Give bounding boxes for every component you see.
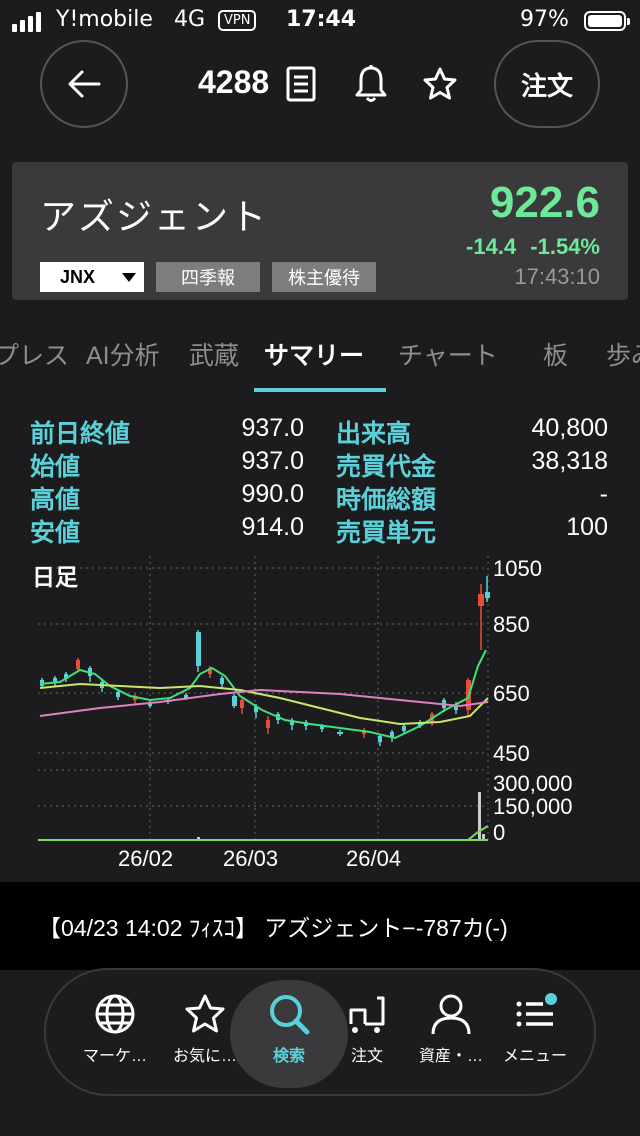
summary-label: 高値 xyxy=(30,486,81,514)
network-label: 4G xyxy=(174,7,206,32)
carrier-label: Y!mobile xyxy=(56,7,153,32)
date-axis-tick: 26/02 xyxy=(118,846,174,871)
tab-musashi[interactable]: 武蔵 xyxy=(189,336,239,372)
price-change: -14.4 -1.54% xyxy=(466,234,600,259)
volume-axis-tick: 150,000 xyxy=(493,794,573,819)
tabbar-favorites[interactable]: お気に… xyxy=(160,992,250,1066)
tab-bar: プレス AI分析 武蔵 サマリー チャート 板 歩み xyxy=(0,330,640,392)
arrow-left-icon xyxy=(68,70,101,98)
summary-value: 990.0 xyxy=(241,480,304,508)
summary-value: 38,318 xyxy=(531,447,608,475)
summary-label: 出来高 xyxy=(336,420,412,448)
caret-down-icon xyxy=(122,272,136,282)
bottom-tab-bar: マーケ… お気に… 検索 注文 資産・… メニュー xyxy=(44,968,596,1096)
signal-icon xyxy=(12,12,41,32)
menu-icon xyxy=(516,993,557,1027)
stock-name: アズジェント xyxy=(40,196,269,237)
tabbar-market[interactable]: マーケ… xyxy=(70,992,160,1066)
tab-ayumi[interactable]: 歩み xyxy=(606,336,640,372)
summary-value: 40,800 xyxy=(531,414,608,442)
date-axis-tick: 26/03 xyxy=(223,846,279,871)
tabbar-menu[interactable]: メニュー xyxy=(490,992,580,1066)
summary-label: 安値 xyxy=(30,519,81,547)
battery-icon xyxy=(584,11,630,31)
order-button[interactable]: 注文 xyxy=(494,40,600,128)
summary-label: 前日終値 xyxy=(30,420,131,448)
yutai-button[interactable]: 株主優待 xyxy=(272,262,376,292)
volume-axis-tick: 0 xyxy=(493,820,506,845)
vpn-badge: VPN xyxy=(218,10,257,31)
tabbar-order[interactable]: 注文 xyxy=(322,992,412,1066)
price-axis-tick: 850 xyxy=(493,612,530,637)
battery-percent: 97% xyxy=(520,7,569,32)
status-time: 17:44 xyxy=(286,7,357,32)
globe-icon xyxy=(95,994,135,1034)
summary-value: 914.0 xyxy=(241,513,304,541)
market-select[interactable]: JNX xyxy=(40,262,144,292)
news-ticker[interactable]: 【04/23 14:02 ﾌｨｽｺ】 アズジェント−-787カ(-) xyxy=(0,882,640,970)
tab-summary[interactable]: サマリー xyxy=(264,336,364,372)
tab-chart[interactable]: チャート xyxy=(398,336,498,372)
summary-label: 売買代金 xyxy=(336,453,437,481)
cart-icon xyxy=(349,996,385,1033)
summary-label: 時価総額 xyxy=(336,486,437,514)
top-nav: 4288 注文 xyxy=(0,40,640,130)
summary-value: 937.0 xyxy=(241,414,304,442)
shikiho-button[interactable]: 四季報 xyxy=(156,262,260,292)
tab-ai-analysis[interactable]: AI分析 xyxy=(86,336,160,372)
search-icon xyxy=(270,995,310,1035)
market-label: JNX xyxy=(60,266,96,287)
status-bar: Y!mobile 4G VPN 17:44 97% xyxy=(0,0,640,40)
tabbar-search[interactable]: 検索 xyxy=(244,992,334,1066)
quote-card: アズジェント 922.6 -14.4 -1.54% 17:43:10 JNX 四… xyxy=(12,162,628,300)
daily-chart[interactable]: 日足 1050 850 650 450 300,000 150,000 0 26… xyxy=(0,548,640,871)
tabbar-label: 注文 xyxy=(350,1048,383,1065)
date-axis-tick: 26/04 xyxy=(346,846,402,871)
price-axis-tick: 1050 xyxy=(493,556,542,581)
summary-value: 100 xyxy=(566,513,608,541)
tabbar-assets[interactable]: 資産・… xyxy=(406,992,496,1066)
summary-label: 始値 xyxy=(30,453,81,481)
summary-label: 売買単元 xyxy=(336,519,437,547)
star-icon xyxy=(185,994,225,1033)
star-icon[interactable] xyxy=(422,66,458,102)
quote-time: 17:43:10 xyxy=(514,264,600,289)
tabbar-label: お気に… xyxy=(172,1048,237,1065)
document-icon[interactable] xyxy=(286,66,316,102)
back-button[interactable] xyxy=(40,40,128,128)
summary-value: - xyxy=(599,480,608,508)
current-price: 922.6 xyxy=(489,178,600,227)
tab-press[interactable]: プレス xyxy=(0,336,69,372)
bell-icon[interactable] xyxy=(354,64,388,104)
news-headline: 【04/23 14:02 ﾌｨｽｺ】 アズジェント−-787カ(-) xyxy=(38,915,508,941)
summary-value: 937.0 xyxy=(241,447,304,475)
price-axis-tick: 450 xyxy=(493,741,530,766)
tabbar-label: メニュー xyxy=(502,1048,567,1065)
person-icon xyxy=(431,994,471,1035)
stock-code: 4288 xyxy=(198,64,270,100)
tabbar-label: 資産・… xyxy=(418,1048,483,1065)
tabbar-label: マーケ… xyxy=(82,1048,147,1065)
chart-period-label: 日足 xyxy=(32,564,78,590)
tabbar-label: 検索 xyxy=(272,1048,305,1065)
active-tab-indicator xyxy=(254,388,386,392)
tab-board[interactable]: 板 xyxy=(543,336,568,372)
price-axis-tick: 650 xyxy=(493,681,530,706)
